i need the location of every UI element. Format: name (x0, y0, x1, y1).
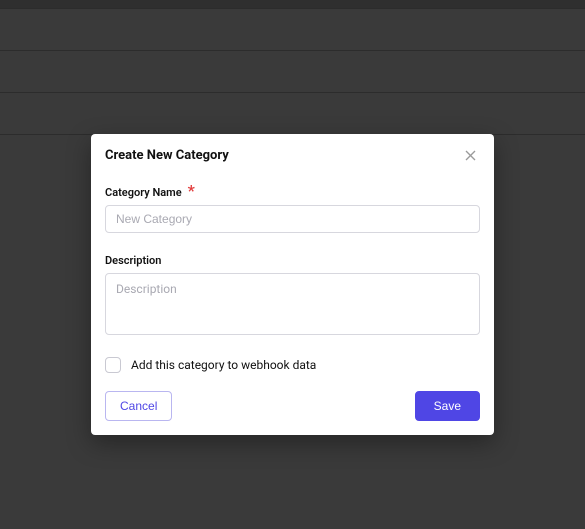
webhook-checkbox-row: Add this category to webhook data (105, 357, 480, 373)
description-label: Description (105, 254, 161, 267)
category-name-label: Category Name (105, 186, 182, 199)
modal-header: Create New Category (105, 148, 480, 163)
category-name-label-row: Category Name * (105, 181, 480, 205)
create-category-modal: Create New Category Category Name * Desc… (91, 134, 494, 435)
save-button[interactable]: Save (415, 391, 480, 421)
category-name-input[interactable] (105, 205, 480, 233)
webhook-checkbox[interactable] (105, 357, 121, 373)
cancel-button[interactable]: Cancel (105, 391, 172, 421)
close-button[interactable] (461, 148, 480, 163)
modal-backdrop: Create New Category Category Name * Desc… (0, 0, 585, 529)
close-icon (465, 150, 476, 161)
modal-footer: Cancel Save (105, 391, 480, 421)
modal-title: Create New Category (105, 148, 229, 163)
description-group: Description (105, 249, 480, 339)
required-mark: * (188, 181, 195, 200)
description-input[interactable] (105, 273, 480, 335)
webhook-checkbox-label: Add this category to webhook data (131, 358, 316, 372)
category-name-group: Category Name * (105, 181, 480, 233)
